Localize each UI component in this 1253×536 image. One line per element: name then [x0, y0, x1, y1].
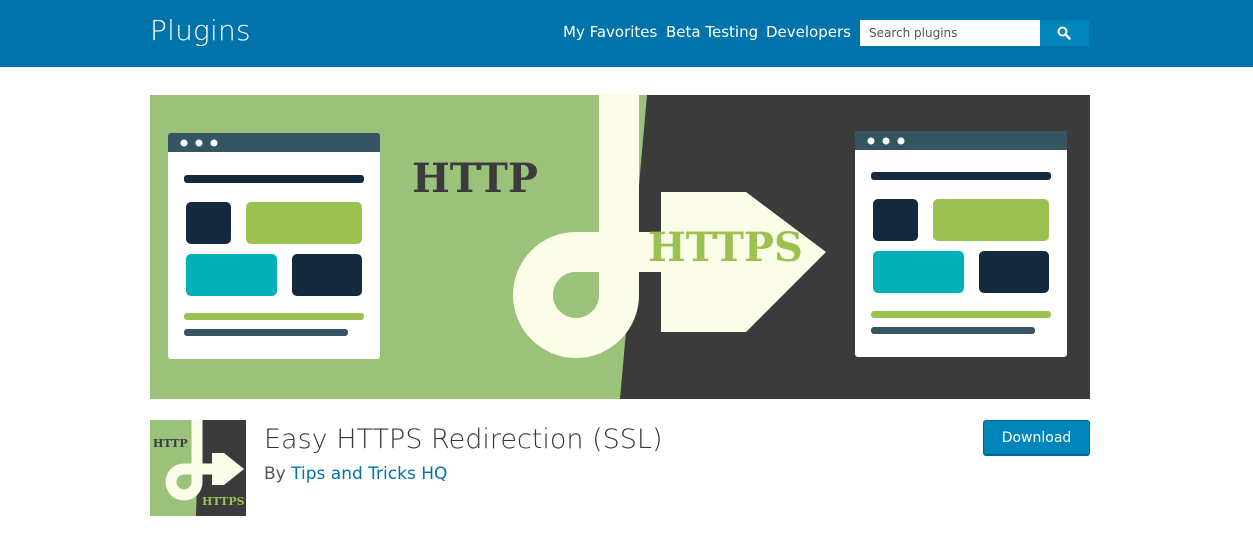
plugin-byline: By Tips and Tricks HQ — [264, 464, 447, 484]
right-browser-window — [855, 131, 1067, 357]
byline-prefix: By — [264, 464, 286, 484]
plugin-icon-graphic: HTTP HTTPS — [150, 420, 246, 516]
nav-beta-testing[interactable]: Beta Testing — [666, 23, 758, 41]
plugin-banner: HTTP HTTPS — [150, 95, 1090, 399]
download-button[interactable]: Download — [983, 420, 1090, 455]
left-browser-window — [168, 133, 380, 359]
site-header: Plugins My Favorites Beta Testing Develo… — [0, 0, 1253, 67]
banner-https-label: HTTPS — [648, 224, 803, 271]
plugin-icon: HTTP HTTPS — [150, 420, 246, 516]
icon-http-label: HTTP — [153, 437, 188, 450]
site-title[interactable]: Plugins — [150, 14, 251, 47]
author-link[interactable]: Tips and Tricks HQ — [291, 464, 447, 484]
nav-developers[interactable]: Developers — [766, 23, 851, 41]
banner-http-label: HTTP — [412, 155, 538, 202]
icon-https-label: HTTPS — [202, 495, 245, 508]
banner-illustration: HTTP HTTPS — [150, 95, 1090, 399]
search-button[interactable] — [1040, 20, 1089, 46]
search-icon — [1057, 26, 1071, 40]
search-input[interactable] — [860, 20, 1040, 46]
nav-my-favorites[interactable]: My Favorites — [563, 23, 657, 41]
plugin-title: Easy HTTPS Redirection (SSL) — [264, 424, 663, 455]
